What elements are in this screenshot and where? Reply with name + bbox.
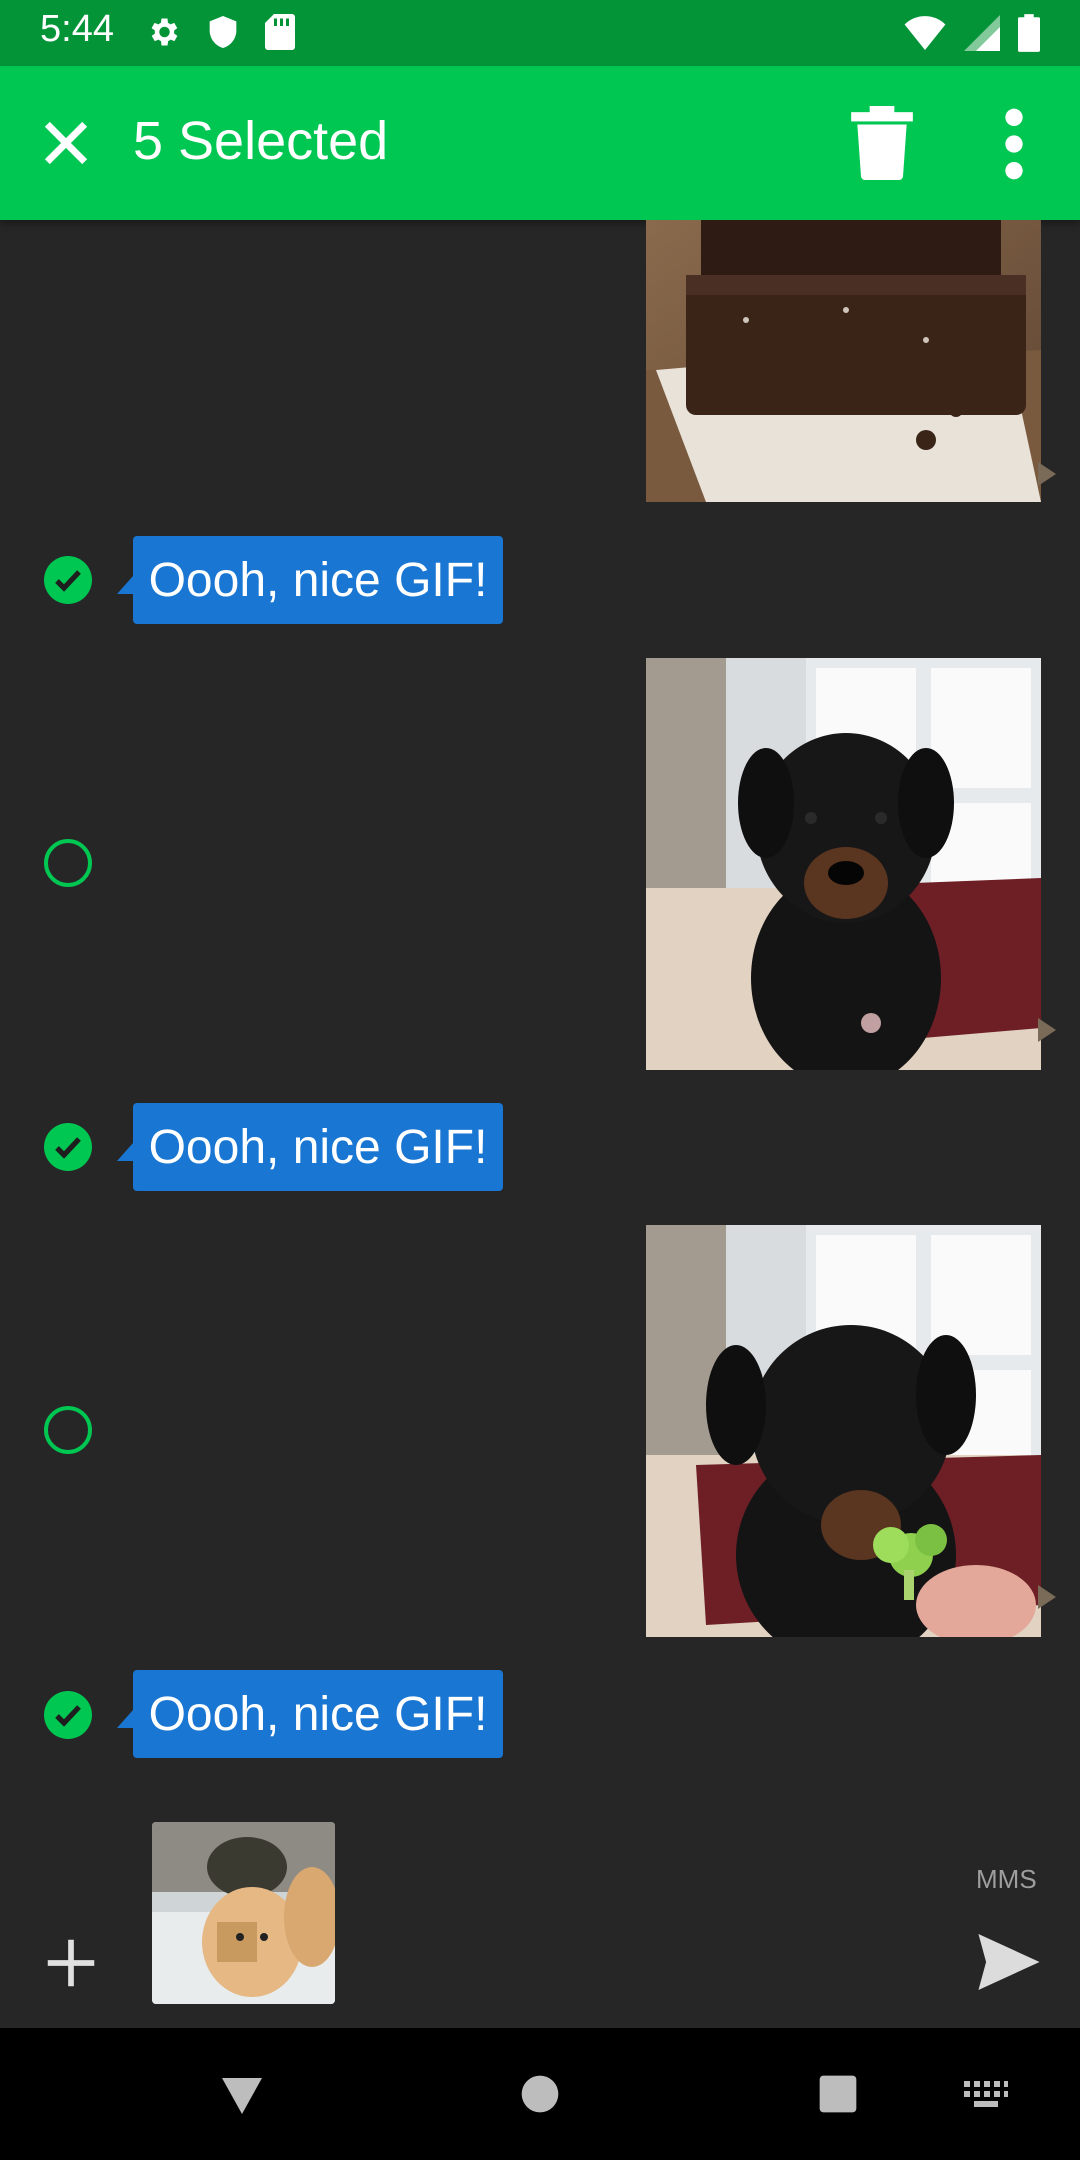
check-icon (55, 570, 81, 592)
status-time: 5:44 (40, 8, 114, 50)
bubble-tail (1038, 1018, 1056, 1042)
plus-icon[interactable] (40, 1932, 102, 1994)
status-bar: 5:44 (0, 0, 1080, 66)
selection-checkbox-checked[interactable] (44, 556, 92, 604)
selection-checkbox-unchecked[interactable] (44, 839, 92, 887)
gif-message-brownie[interactable] (646, 220, 1041, 502)
close-icon[interactable] (34, 111, 98, 175)
selection-checkbox-checked[interactable] (44, 1691, 92, 1739)
battery-icon (1018, 14, 1040, 52)
status-icons-right (904, 14, 1040, 52)
bubble-tail (1038, 462, 1056, 486)
selection-count-title: 5 Selected (133, 111, 389, 171)
selection-app-bar: 5 Selected (0, 66, 1080, 220)
message-bubble-3[interactable]: Oooh, nice GIF! (117, 1670, 503, 1758)
system-navigation-bar (0, 2028, 1080, 2160)
selection-checkbox-checked[interactable] (44, 1123, 92, 1171)
dog-image-2 (646, 1225, 1041, 1637)
message-bubble-2[interactable]: Oooh, nice GIF! (117, 1103, 503, 1191)
brownie-image (646, 220, 1041, 502)
attachment-image (152, 1822, 335, 2004)
gif-message-dog-1[interactable] (646, 658, 1041, 1070)
recents-icon[interactable] (816, 2072, 860, 2116)
settings-icon (151, 18, 178, 46)
home-icon[interactable] (518, 2072, 562, 2116)
sd-card-icon (265, 14, 295, 50)
send-icon[interactable] (978, 1934, 1040, 1990)
shield-icon (209, 16, 237, 48)
back-icon[interactable] (218, 2070, 266, 2118)
message-bubble-1[interactable]: Oooh, nice GIF! (117, 536, 503, 624)
wifi-icon (904, 16, 946, 50)
signal-icon (964, 15, 1000, 51)
message-type-label: MMS (976, 1864, 1037, 1894)
bubble-tail (1038, 1585, 1056, 1609)
keyboard-icon[interactable] (962, 2078, 1010, 2112)
gif-message-dog-2[interactable] (646, 1225, 1041, 1637)
trash-icon[interactable] (850, 106, 914, 180)
selection-checkbox-unchecked[interactable] (44, 1406, 92, 1454)
attachment-preview[interactable] (152, 1822, 335, 2004)
status-icons-left (145, 14, 295, 50)
check-icon (55, 1137, 81, 1159)
dog-image-1 (646, 658, 1041, 1070)
check-icon (55, 1705, 81, 1727)
more-vertical-icon[interactable] (990, 104, 1038, 184)
